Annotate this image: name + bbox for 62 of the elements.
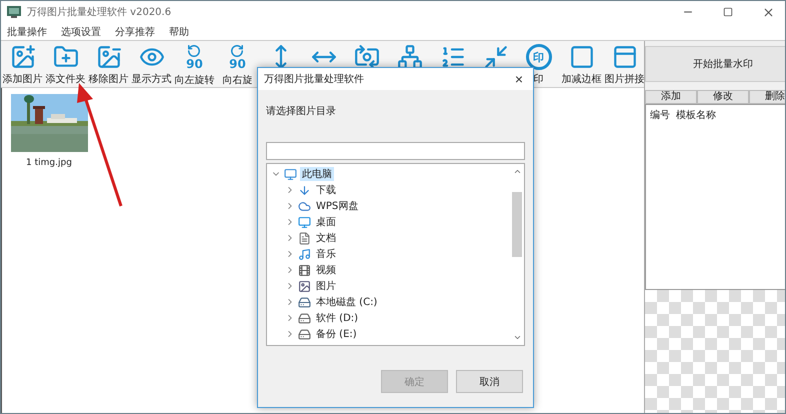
scrollbar-thumb[interactable]: [512, 192, 522, 257]
tree-item[interactable]: 视频: [314, 263, 338, 277]
app-icon: [7, 6, 21, 18]
tree-item[interactable]: 音乐: [314, 247, 338, 261]
scroll-down-icon[interactable]: [512, 333, 522, 342]
tree-item[interactable]: 本地磁盘 (C:): [314, 295, 380, 309]
computer-icon: [284, 168, 297, 180]
frame-icon[interactable]: [568, 44, 594, 70]
splice-icon[interactable]: [612, 44, 638, 70]
toolbar-label[interactable]: 向右旋: [222, 73, 252, 87]
toolbar-label[interactable]: 移除图片: [88, 72, 128, 86]
music-icon: [298, 248, 311, 260]
cloud-icon: [298, 200, 311, 212]
drive-icon: [298, 312, 311, 324]
video-icon: [298, 264, 311, 276]
window-title: 万得图片批量处理软件 v2020.6: [27, 6, 172, 19]
tree-item[interactable]: 下载: [314, 183, 338, 197]
toolbar-label[interactable]: 添文件夹: [46, 72, 86, 86]
remove-image-icon[interactable]: [96, 44, 122, 70]
document-icon: [298, 232, 311, 244]
panel-button[interactable]: 修改: [697, 90, 749, 104]
scroll-up-icon[interactable]: [512, 167, 522, 176]
add-folder-icon[interactable]: [52, 44, 78, 70]
toolbar-label[interactable]: 显示方式: [132, 72, 172, 86]
tree-item[interactable]: 软件 (D:): [314, 311, 360, 325]
menu-item[interactable]: 批量操作: [7, 24, 47, 38]
menu-item[interactable]: 分享推荐: [115, 24, 155, 38]
maximize-icon[interactable]: [723, 7, 733, 17]
tree-item[interactable]: 图片: [314, 279, 338, 293]
toolbar-label[interactable]: 添加图片: [2, 72, 42, 86]
panel-button[interactable]: 删除: [749, 90, 785, 104]
dialog-title: 万得图片批量处理软件: [264, 72, 365, 86]
toolbar-label[interactable]: 图片拼接: [604, 72, 644, 86]
system-drive-icon: [298, 296, 311, 308]
add-image-icon[interactable]: [10, 44, 36, 70]
desktop-icon: [298, 216, 311, 228]
tree-item[interactable]: 备份 (E:): [314, 327, 359, 341]
drive-icon: [298, 328, 311, 340]
column-header: 编号: [650, 108, 670, 122]
close-icon[interactable]: [762, 6, 774, 18]
shrink-icon[interactable]: [482, 44, 508, 70]
column-header: 模板名称: [676, 108, 716, 122]
start-watermark-button[interactable]: 开始批量水印: [645, 46, 785, 82]
toolbar-label[interactable]: 向左旋转: [174, 73, 214, 87]
menu-item[interactable]: 选项设置: [61, 24, 101, 38]
camera-icon[interactable]: [354, 44, 380, 70]
menu-item[interactable]: 帮助: [169, 24, 189, 38]
image-caption: 1 timg.jpg: [26, 158, 72, 168]
pictures-icon: [298, 280, 311, 292]
close-button[interactable]: ×: [505, 68, 533, 90]
path-field[interactable]: [266, 142, 525, 160]
tree-item[interactable]: 桌面: [314, 215, 338, 229]
download-icon: [298, 184, 311, 196]
tree-item[interactable]: 文档: [314, 231, 338, 245]
toolbar-label[interactable]: 加减边框: [562, 72, 602, 86]
dialog-prompt: 请选择图片目录: [266, 104, 337, 118]
tree-item[interactable]: WPS网盘: [314, 199, 360, 213]
dialog-button[interactable]: 取消: [456, 370, 523, 393]
toolbar-label[interactable]: 印: [534, 72, 544, 86]
panel-button[interactable]: 添加: [645, 90, 697, 104]
tree-item[interactable]: 此电脑: [300, 167, 334, 181]
tree-icon[interactable]: [396, 44, 422, 70]
